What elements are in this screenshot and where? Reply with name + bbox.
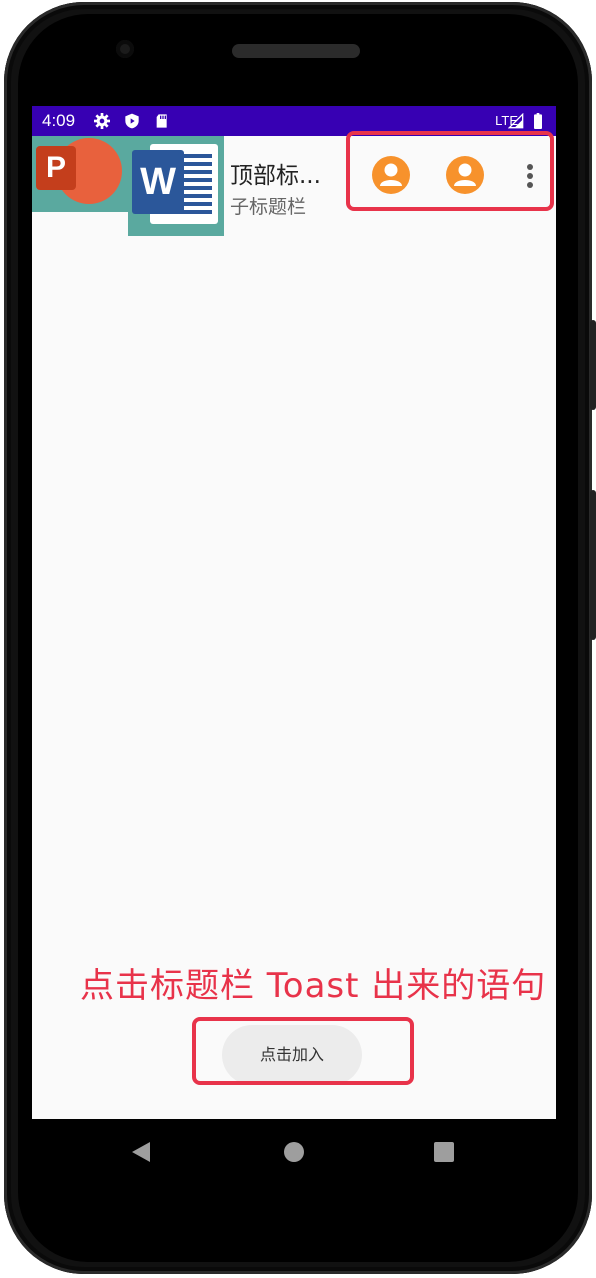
- home-icon[interactable]: [284, 1142, 304, 1162]
- status-time: 4:09: [42, 111, 76, 130]
- powerpoint-letter: P: [36, 146, 76, 190]
- sd-card-icon: [156, 114, 167, 128]
- shield-icon: [125, 113, 139, 129]
- front-camera: [116, 40, 134, 58]
- word-line: [180, 194, 212, 198]
- toolbar-subtitle[interactable]: 子标题栏: [230, 192, 306, 219]
- word-line: [180, 162, 212, 166]
- word-line: [180, 202, 212, 206]
- word-letter: W: [132, 150, 184, 214]
- battery-icon: [534, 113, 542, 129]
- word-line: [180, 178, 212, 182]
- highlight-box-actions: [346, 131, 554, 211]
- earpiece-speaker: [232, 44, 360, 58]
- volume-button: [590, 320, 596, 410]
- powerpoint-icon: P: [32, 136, 128, 212]
- signal-icon: [508, 113, 524, 129]
- word-line: [180, 170, 212, 174]
- power-button: [590, 490, 596, 640]
- back-icon[interactable]: [132, 1142, 150, 1162]
- settings-icon: [94, 113, 110, 129]
- navigation-bar: [32, 1120, 556, 1184]
- word-line: [180, 186, 212, 190]
- toolbar-title[interactable]: 顶部标...: [230, 156, 321, 190]
- word-line: [180, 210, 212, 214]
- highlight-box-toast: [192, 1017, 414, 1085]
- word-icon: W: [128, 136, 224, 236]
- annotation-text: 点击标题栏 Toast 出来的语句: [80, 966, 547, 1006]
- recent-apps-icon[interactable]: [434, 1142, 454, 1162]
- word-line: [180, 154, 212, 158]
